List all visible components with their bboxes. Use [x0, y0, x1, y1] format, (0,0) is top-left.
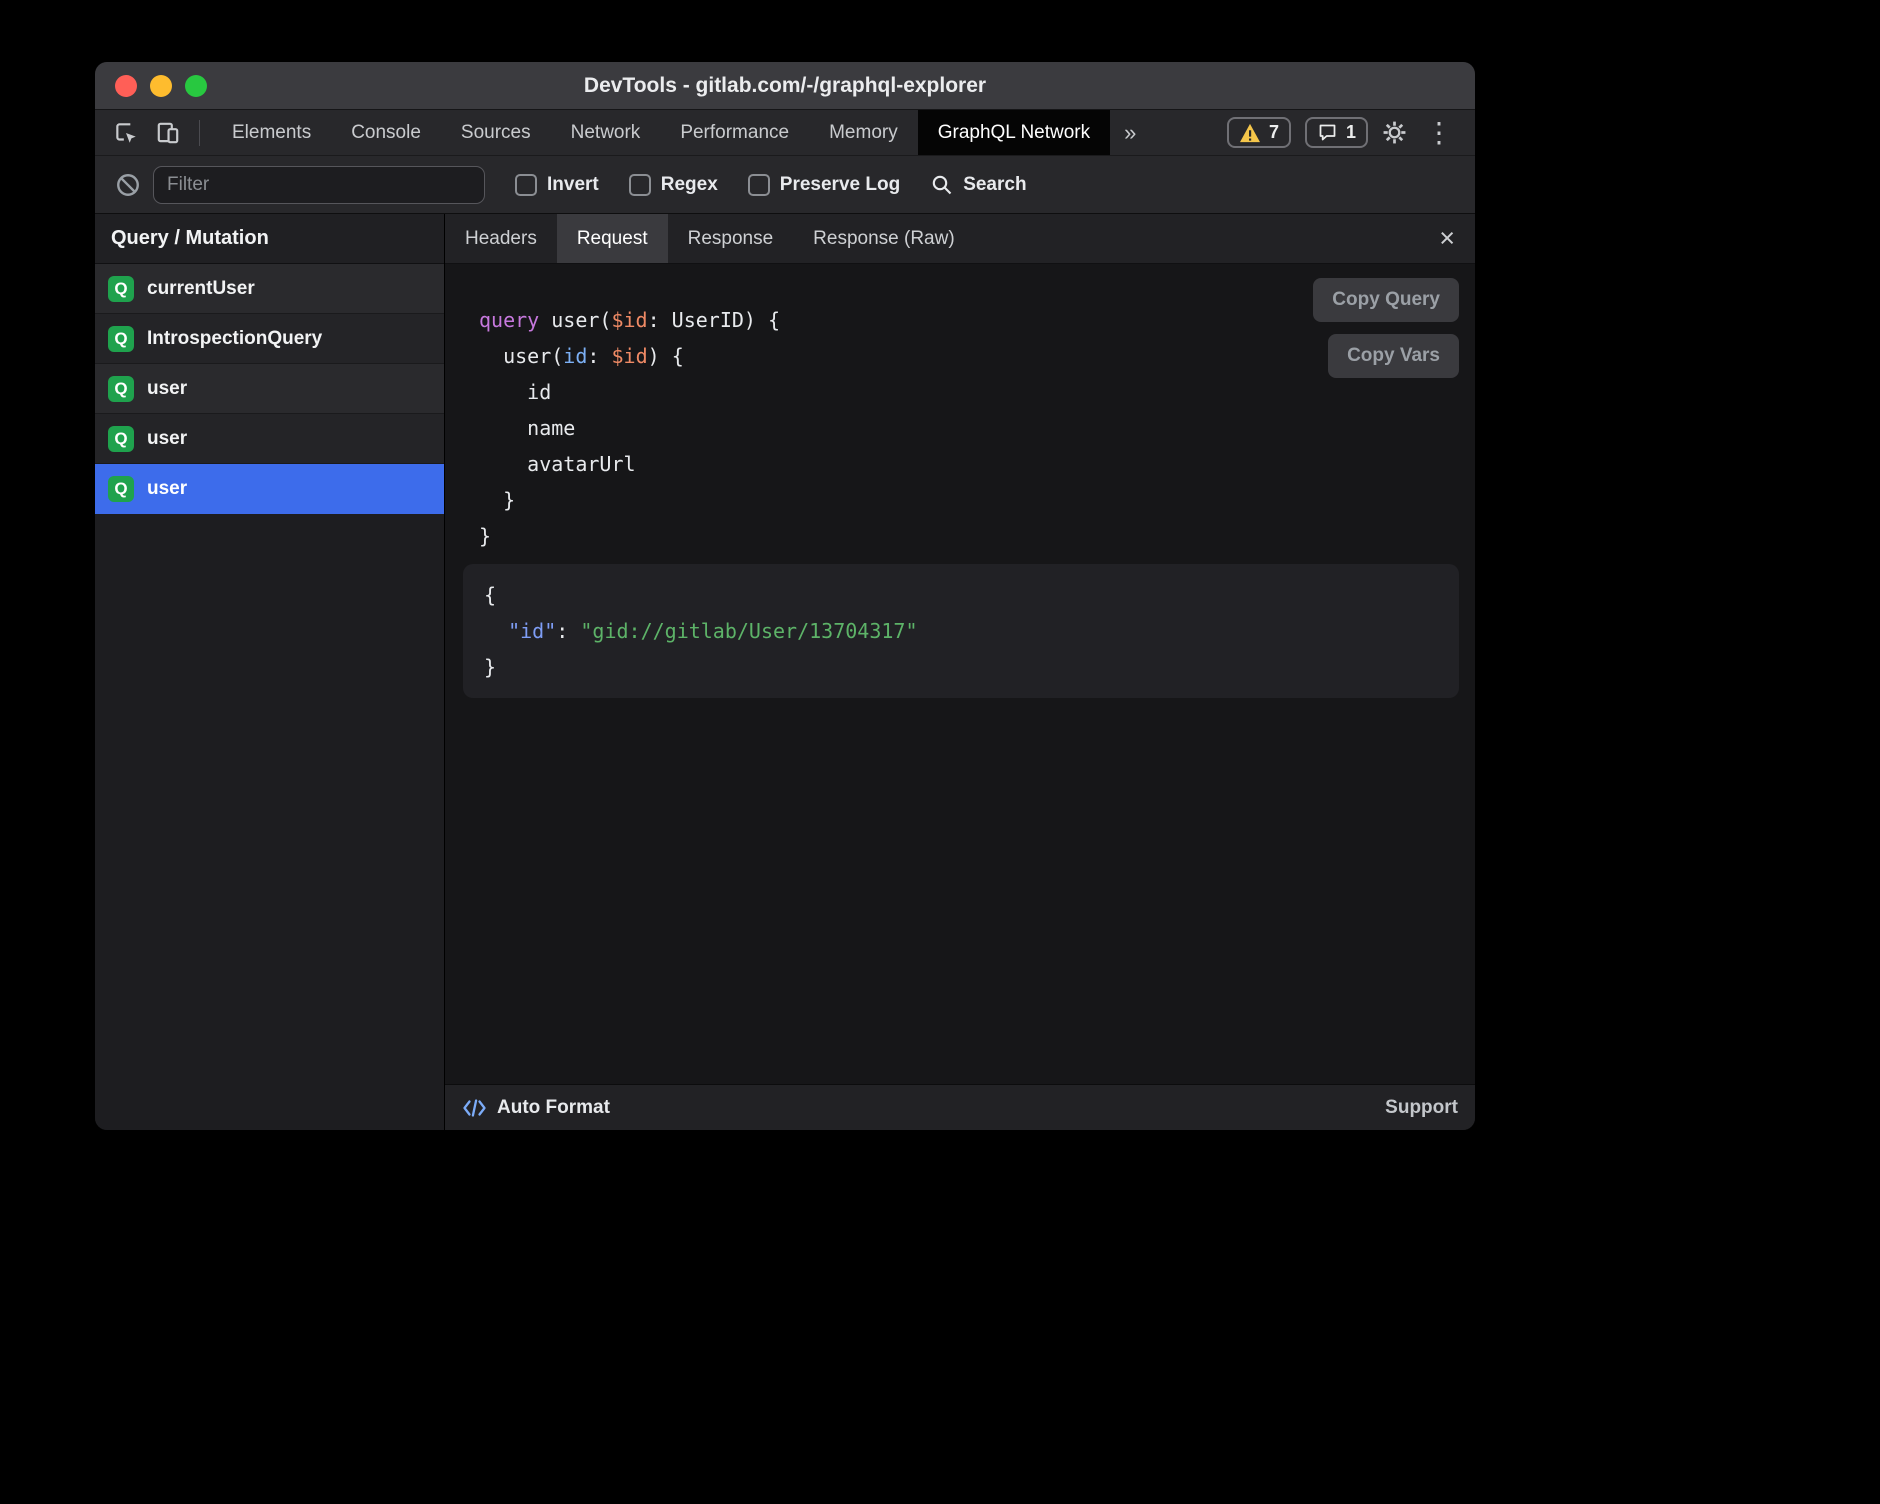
- detail-footer: Auto Format Support: [445, 1084, 1475, 1130]
- regex-checkbox-group: Regex: [629, 174, 718, 196]
- preserve-log-checkbox[interactable]: [748, 174, 770, 196]
- code-line: }: [479, 518, 1475, 554]
- copy-vars-button[interactable]: Copy Vars: [1328, 334, 1459, 378]
- tab-request[interactable]: Request: [557, 214, 668, 263]
- inspect-element-icon[interactable]: [113, 120, 139, 146]
- clear-icon[interactable]: [115, 172, 141, 198]
- traffic-lights: [115, 62, 207, 109]
- more-tabs-chevron[interactable]: »: [1110, 110, 1150, 155]
- query-type-icon: Q: [108, 476, 134, 502]
- query-item-label: user: [147, 478, 187, 500]
- tab-memory[interactable]: Memory: [809, 110, 918, 155]
- devtools-tab-strip: Elements Console Sources Network Perform…: [212, 110, 1150, 155]
- code-line: }: [484, 649, 1438, 685]
- request-variables-box: { "id": "gid://gitlab/User/13704317"}: [463, 564, 1459, 698]
- tab-sources[interactable]: Sources: [441, 110, 551, 155]
- code-line: {: [484, 577, 1438, 613]
- detail-panel: Headers Request Response Response (Raw) …: [445, 214, 1475, 1130]
- close-window-button[interactable]: [115, 75, 137, 97]
- close-detail-icon[interactable]: ×: [1433, 214, 1461, 263]
- kebab-menu-icon[interactable]: ⋮: [1421, 119, 1457, 147]
- query-item-label: currentUser: [147, 278, 255, 300]
- code-line: name: [479, 410, 1475, 446]
- window-title: DevTools - gitlab.com/-/graphql-explorer: [95, 74, 1475, 98]
- code-line: avatarUrl: [479, 446, 1475, 482]
- query-type-icon: Q: [108, 276, 134, 302]
- query-list-item-user-1[interactable]: Q user: [95, 364, 444, 414]
- query-type-icon: Q: [108, 326, 134, 352]
- code-brackets-icon: [462, 1098, 487, 1118]
- invert-label: Invert: [547, 174, 599, 196]
- query-item-label: IntrospectionQuery: [147, 328, 322, 350]
- query-list-panel: Query / Mutation Q currentUser Q Introsp…: [95, 214, 445, 1130]
- auto-format-label: Auto Format: [497, 1097, 610, 1119]
- settings-gear-icon[interactable]: [1382, 120, 1407, 145]
- query-item-label: user: [147, 378, 187, 400]
- devtools-window: DevTools - gitlab.com/-/graphql-explorer…: [95, 62, 1475, 1130]
- tab-response-raw[interactable]: Response (Raw): [793, 214, 975, 263]
- warnings-badge[interactable]: 7: [1227, 117, 1291, 148]
- issue-count: 1: [1346, 122, 1356, 143]
- query-list-item-user-2[interactable]: Q user: [95, 414, 444, 464]
- detail-tab-strip: Headers Request Response Response (Raw) …: [445, 214, 1475, 264]
- tab-network[interactable]: Network: [551, 110, 661, 155]
- main-area: Query / Mutation Q currentUser Q Introsp…: [95, 214, 1475, 1130]
- auto-format-button[interactable]: Auto Format: [462, 1097, 610, 1119]
- regex-checkbox[interactable]: [629, 174, 651, 196]
- query-list-item-currentuser[interactable]: Q currentUser: [95, 264, 444, 314]
- invert-checkbox-group: Invert: [515, 174, 599, 196]
- warning-icon: [1239, 123, 1261, 143]
- devtools-toolbar: Elements Console Sources Network Perform…: [95, 110, 1475, 156]
- copy-buttons: Copy Query Copy Vars: [1313, 278, 1459, 378]
- tab-graphql-network[interactable]: GraphQL Network: [918, 110, 1110, 155]
- search-button[interactable]: Search: [930, 173, 1026, 197]
- issues-badge[interactable]: 1: [1305, 117, 1368, 148]
- query-list-item-introspectionquery[interactable]: Q IntrospectionQuery: [95, 314, 444, 364]
- filter-input[interactable]: [153, 166, 485, 204]
- query-type-icon: Q: [108, 376, 134, 402]
- tab-response[interactable]: Response: [668, 214, 794, 263]
- request-variables-json: { "id": "gid://gitlab/User/13704317"}: [484, 577, 1438, 685]
- support-link[interactable]: Support: [1385, 1097, 1458, 1119]
- query-list-header: Query / Mutation: [95, 214, 444, 264]
- tab-console[interactable]: Console: [331, 110, 441, 155]
- message-icon: [1317, 122, 1338, 143]
- code-line: }: [479, 482, 1475, 518]
- tab-headers[interactable]: Headers: [445, 214, 557, 263]
- preserve-log-checkbox-group: Preserve Log: [748, 174, 900, 196]
- filter-bar: Invert Regex Preserve Log Search: [95, 156, 1475, 214]
- regex-label: Regex: [661, 174, 718, 196]
- query-type-icon: Q: [108, 426, 134, 452]
- query-list-item-user-3-selected[interactable]: Q user: [95, 464, 444, 514]
- tab-elements[interactable]: Elements: [212, 110, 331, 155]
- titlebar: DevTools - gitlab.com/-/graphql-explorer: [95, 62, 1475, 110]
- code-line: "id": "gid://gitlab/User/13704317": [484, 613, 1438, 649]
- search-label: Search: [963, 174, 1026, 196]
- request-content: query user($id: UserID) { user(id: $id) …: [445, 264, 1475, 1084]
- toolbar-divider: [199, 120, 200, 146]
- minimize-window-button[interactable]: [150, 75, 172, 97]
- copy-query-button[interactable]: Copy Query: [1313, 278, 1459, 322]
- device-toolbar-icon[interactable]: [155, 120, 181, 146]
- warning-count: 7: [1269, 122, 1279, 143]
- tab-performance[interactable]: Performance: [660, 110, 809, 155]
- toolbar-right-icons: 7 1 ⋮: [1227, 110, 1475, 155]
- preserve-log-label: Preserve Log: [780, 174, 900, 196]
- search-icon: [930, 173, 954, 197]
- zoom-window-button[interactable]: [185, 75, 207, 97]
- query-item-label: user: [147, 428, 187, 450]
- code-line: id: [479, 374, 1475, 410]
- invert-checkbox[interactable]: [515, 174, 537, 196]
- toolbar-left-icons: [95, 110, 212, 155]
